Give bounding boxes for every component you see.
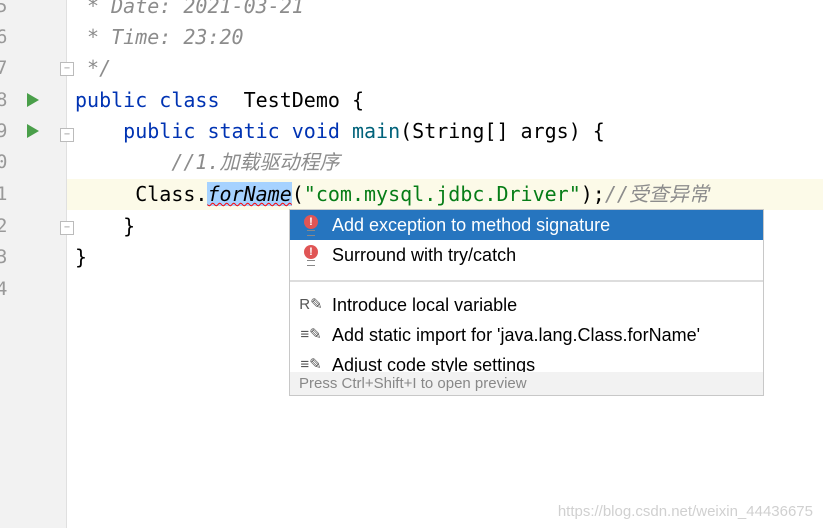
- code-line: public static void main(String[] args) {: [75, 116, 823, 147]
- run-class-icon[interactable]: [27, 93, 39, 107]
- action-static-import[interactable]: ≡✎ Add static import for 'java.lang.Class…: [290, 320, 763, 350]
- string-literal: "com.mysql.jdbc.Driver": [303, 182, 581, 206]
- intention-actions-popup: Add exception to method signature Surrou…: [289, 209, 764, 396]
- code-text: );: [580, 182, 605, 206]
- action-label: Introduce local variable: [332, 295, 518, 315]
- method-name: main: [351, 119, 401, 143]
- line-number: 8: [0, 89, 8, 111]
- action-label: Surround with try/catch: [332, 245, 517, 265]
- action-introduce-variable[interactable]: R✎ Introduce local variable: [290, 290, 763, 320]
- params: (String[] args) {: [400, 119, 605, 143]
- separator: [290, 280, 763, 282]
- line-number: 5: [0, 0, 8, 17]
- keyword: public static void: [123, 119, 340, 143]
- code-text: Class.: [75, 182, 208, 206]
- gutter: 5 6 7 8 9 0 1 2 3 4: [0, 0, 67, 528]
- line-number: 0: [0, 151, 8, 173]
- error-selection[interactable]: forName: [207, 182, 292, 206]
- line-number: 3: [0, 246, 8, 268]
- code-line: public class TestDemo {: [75, 85, 823, 116]
- fold-icon[interactable]: −: [60, 221, 74, 235]
- line-number: 7: [0, 57, 8, 79]
- action-label: Add exception to method signature: [332, 215, 611, 235]
- code-line: */: [75, 56, 112, 80]
- action-surround-try-catch[interactable]: Surround with try/catch: [290, 240, 763, 270]
- current-code-line[interactable]: Class.forName("com.mysql.jdbc.Driver");/…: [67, 179, 823, 210]
- line-number: 2: [0, 215, 8, 237]
- watermark: https://blog.csdn.net/weixin_44436675: [557, 503, 813, 520]
- refactor-icon: R✎: [299, 296, 323, 313]
- line-number: 1: [0, 183, 8, 205]
- intention-icon: ≡✎: [300, 326, 322, 343]
- fold-icon[interactable]: −: [60, 62, 74, 76]
- line-number: 4: [0, 278, 8, 300]
- action-add-exception[interactable]: Add exception to method signature: [290, 210, 763, 240]
- comment: //受查异常: [604, 182, 709, 206]
- code-line: * Date: 2021-03-21: [75, 0, 304, 18]
- run-main-icon[interactable]: [27, 124, 39, 138]
- line-number: 6: [0, 26, 8, 48]
- class-name: TestDemo {: [219, 88, 364, 112]
- error-bulb-icon: [304, 245, 318, 266]
- code-line: //1.加载驱动程序: [75, 150, 340, 174]
- line-number: 9: [0, 120, 8, 142]
- action-label: Add static import for 'java.lang.Class.f…: [332, 325, 701, 345]
- fold-icon[interactable]: −: [60, 128, 74, 142]
- keyword: public class: [75, 88, 220, 112]
- code-line: * Time: 23:20: [75, 25, 244, 49]
- code-text: (: [291, 182, 304, 206]
- error-bulb-icon: [304, 215, 318, 236]
- popup-footer-hint: Press Ctrl+Shift+I to open preview: [290, 372, 763, 395]
